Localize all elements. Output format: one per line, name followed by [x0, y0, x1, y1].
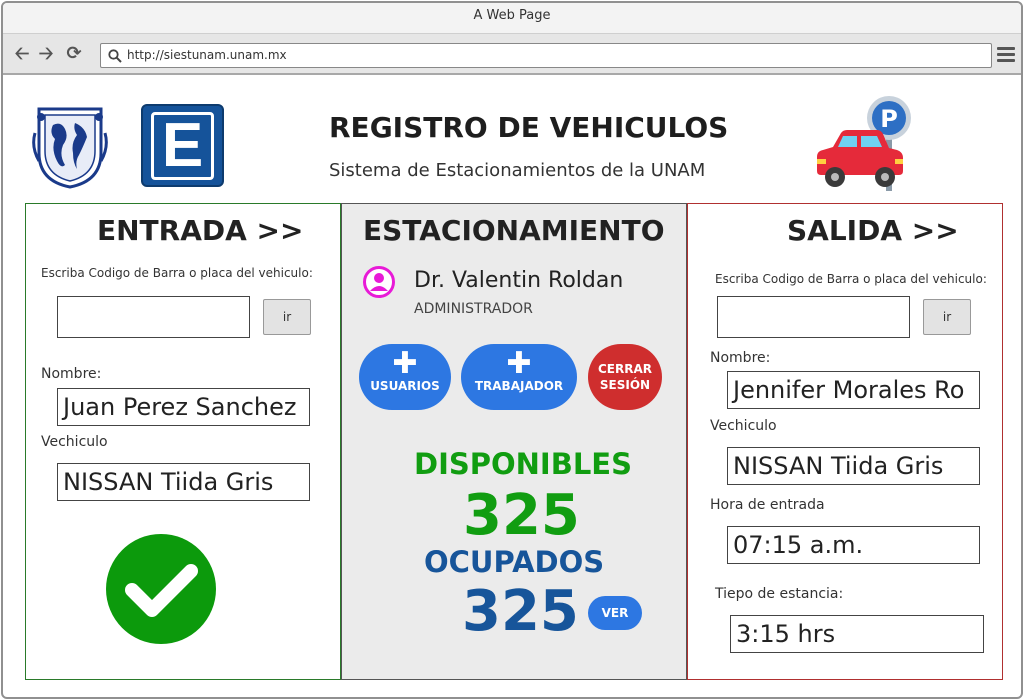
page-title: REGISTRO DE VEHICULOS [329, 111, 729, 144]
plus-icon: ✚ [506, 346, 532, 381]
salida-estancia-value: 3:15 hrs [730, 615, 984, 653]
parking-logo-letter: E [151, 112, 214, 180]
disponibles-count: 325 [463, 483, 580, 548]
logout-label-line2: SESIÓN [599, 378, 651, 392]
page-subtitle: Sistema de Estacionamientos de la UNAM [329, 160, 706, 181]
ocupados-count: 325 [462, 579, 579, 644]
user-name: Dr. Valentin Roldan [414, 268, 624, 293]
salida-vehiculo-label: Vechiculo [710, 418, 777, 434]
add-usuarios-label: USUARIOS [370, 379, 440, 393]
refresh-icon[interactable]: ⟳ [63, 42, 85, 66]
browser-toolbar: 🡠 🡢 ⟳ http://siestunam.unam.mx [3, 33, 1021, 75]
entrada-go-button[interactable]: ir [263, 299, 311, 335]
logout-label-line1: CERRAR [597, 362, 652, 376]
entrada-nombre-label: Nombre: [41, 366, 102, 382]
salida-go-button[interactable]: ir [923, 299, 971, 335]
salida-panel: SALIDA >> Escriba Codigo de Barra o plac… [687, 203, 1003, 680]
salida-barcode-label: Escriba Codigo de Barra o placa del vehi… [715, 272, 987, 286]
check-icon [106, 534, 216, 644]
parking-sign-letter: P [880, 105, 898, 133]
ver-button[interactable]: VER [588, 596, 642, 630]
entrada-nombre-value: Juan Perez Sanchez [57, 388, 310, 426]
search-icon [108, 49, 122, 63]
add-trabajador-label: TRABAJADOR [474, 379, 564, 393]
browser-window: A Web Page 🡠 🡢 ⟳ http://siestunam.unam.m… [1, 1, 1023, 699]
forward-arrow-icon[interactable]: 🡢 [35, 42, 57, 66]
salida-estancia-label: Tiepo de estancia: [715, 586, 844, 602]
entrada-barcode-label: Escriba Codigo de Barra o placa del vehi… [41, 266, 313, 280]
parking-logo: E [141, 104, 224, 187]
salida-barcode-input[interactable] [717, 296, 910, 338]
salida-vehiculo-value: NISSAN Tiida Gris [727, 447, 980, 485]
parked-car-icon: P [817, 96, 911, 191]
entrada-panel: ENTRADA >> Escriba Codigo de Barra o pla… [25, 203, 341, 680]
estacionamiento-panel: ESTACIONAMIENTO Dr. Valentin Roldan ADMI… [341, 203, 687, 680]
address-bar[interactable]: http://siestunam.unam.mx [100, 43, 992, 68]
salida-hora-value: 07:15 a.m. [727, 526, 980, 564]
salida-nombre-label: Nombre: [710, 350, 771, 366]
add-trabajador-button[interactable]: ✚ TRABAJADOR [461, 344, 577, 410]
entrada-barcode-input[interactable] [57, 296, 250, 338]
disponibles-label: DISPONIBLES [414, 447, 632, 481]
ocupados-label: OCUPADOS [424, 545, 605, 579]
unam-logo [32, 107, 108, 189]
salida-nombre-value: Jennifer Morales Ro [727, 371, 980, 409]
window-title: A Web Page [3, 3, 1021, 33]
user-avatar-icon [363, 266, 395, 298]
salida-hora-label: Hora de entrada [710, 497, 825, 513]
logout-button[interactable]: CERRAR SESIÓN [588, 344, 662, 410]
url-text: http://siestunam.unam.mx [127, 48, 287, 62]
hamburger-menu-icon[interactable] [997, 47, 1015, 63]
entrada-vehiculo-value: NISSAN Tiida Gris [57, 463, 310, 501]
add-usuarios-button[interactable]: ✚ USUARIOS [359, 344, 451, 410]
back-arrow-icon[interactable]: 🡠 [11, 42, 33, 66]
estacionamiento-heading: ESTACIONAMIENTO [363, 214, 665, 247]
salida-heading: SALIDA >> [787, 214, 959, 247]
user-role: ADMINISTRADOR [414, 301, 533, 317]
entrada-heading: ENTRADA >> [97, 214, 304, 247]
entrada-vehiculo-label: Vechiculo [41, 434, 108, 450]
plus-icon: ✚ [392, 346, 418, 381]
